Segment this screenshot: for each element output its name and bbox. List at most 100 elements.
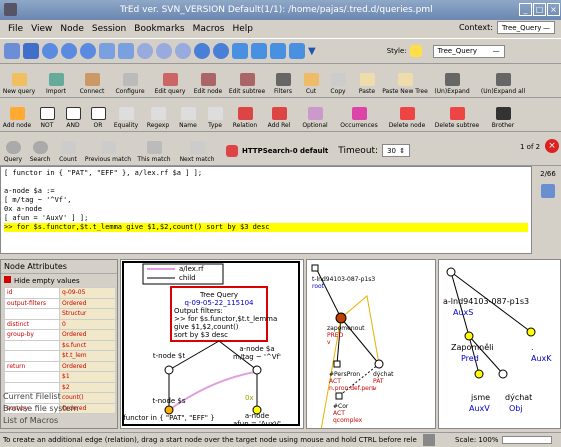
forward-icon[interactable] [213, 43, 229, 59]
filters-button[interactable]: Filters [268, 73, 298, 97]
tectogrammatical-tree-pane[interactable]: t-lnd94103-087-p1s3 root zapomenout PRED… [306, 259, 436, 431]
table-row[interactable]: $1 [4, 371, 116, 383]
list-of-macros-link[interactable]: List of Macros [3, 415, 78, 427]
a-node-afun: AuxK [531, 354, 552, 363]
copy-button[interactable]: Copy [324, 73, 352, 97]
hide-empty-checkbox[interactable] [4, 276, 11, 283]
menu-help[interactable]: Help [233, 24, 254, 34]
menu-file[interactable]: File [8, 24, 23, 34]
type-button[interactable]: Type [202, 107, 228, 131]
analytical-tree-pane[interactable]: a-lnd94103-087-p1s3 AuxS Zapomněli Pred … [438, 259, 561, 429]
table-row[interactable]: output-filters Ordered [4, 297, 116, 309]
timeout-input[interactable]: 30 ⇕ [382, 144, 411, 157]
next-icon[interactable] [80, 43, 96, 59]
filter-line: sort by $3 desc [174, 331, 228, 339]
editor-line: [ functor in { "PAT", "EFF" }, a/lex.rf … [4, 169, 203, 177]
table-row[interactable]: $s.funct [4, 339, 116, 351]
t-node-type: v [373, 385, 377, 392]
connect-button[interactable]: Connect [74, 73, 110, 97]
next-match-button[interactable]: Next match [174, 141, 220, 165]
not-button[interactable]: NOT [34, 107, 60, 131]
table-row[interactable]: return Ordered [4, 360, 116, 372]
minimize-button[interactable]: _ [519, 3, 532, 16]
or-button[interactable]: OR [86, 107, 110, 131]
query-editor[interactable]: [ functor in { "PAT", "EFF" }, a/lex.rf … [0, 166, 532, 254]
cut-button[interactable]: Cut [298, 73, 324, 97]
brother-button[interactable]: Brother [484, 107, 522, 131]
dropdown-icon[interactable]: ▼ [308, 46, 316, 57]
editor-side: 2/66 [535, 166, 561, 254]
add-node-button[interactable]: Add node [0, 107, 34, 131]
table-row[interactable]: Structur [4, 308, 116, 320]
optional-button[interactable]: Optional [296, 107, 334, 131]
close-view-icon[interactable] [270, 43, 286, 59]
relation-button[interactable]: Relation [228, 107, 262, 131]
name-button[interactable]: Name [174, 107, 202, 131]
browse-file-system-link[interactable]: Browse file system [3, 403, 78, 415]
delete-subtree-button[interactable]: Delete subtree [430, 107, 484, 131]
import-button[interactable]: Import [38, 73, 74, 97]
edit-query-button[interactable]: Edit query [150, 73, 190, 97]
close-button[interactable]: × [547, 3, 560, 16]
new-query-button[interactable]: New query [0, 73, 38, 97]
filter-line: >> for $s.functor,$t.t_lemma [174, 315, 277, 323]
edit-node-button[interactable]: Edit node [190, 73, 226, 97]
style-combo[interactable]: Tree_Query — [432, 44, 505, 58]
unexpand-all-button[interactable]: (Un)Expand all [476, 73, 530, 97]
status-bar: To create an additional edge (relation),… [0, 432, 561, 447]
editor-line: [ m/tag ~ '^Vf', [4, 196, 72, 204]
undo-icon[interactable] [99, 43, 115, 59]
edit-subtree-button[interactable]: Edit subtree [226, 73, 268, 97]
table-row[interactable]: id q-09-05 [4, 287, 116, 299]
table-row[interactable]: distinct 0 [4, 318, 116, 330]
configure-button[interactable]: Configure [110, 73, 150, 97]
query-button[interactable]: Query [0, 141, 26, 165]
unexpand-button[interactable]: (Un)Expand [428, 73, 476, 97]
table-row[interactable]: $t.t_lem [4, 350, 116, 362]
reload-icon[interactable] [42, 43, 58, 59]
context-combo[interactable]: Tree_Query — [497, 21, 555, 34]
find-prev-icon[interactable] [175, 43, 191, 59]
regexp-button[interactable]: Regexp [142, 107, 174, 131]
menu-session[interactable]: Session [92, 24, 126, 34]
table-row[interactable]: group-by Ordered [4, 329, 116, 341]
book-icon[interactable] [541, 184, 555, 198]
equality-button[interactable]: Equality [110, 107, 142, 131]
maximize-button[interactable]: □ [533, 3, 546, 16]
prev-icon[interactable] [61, 43, 77, 59]
previous-match-button[interactable]: Previous match [82, 141, 134, 165]
a-root [446, 267, 456, 277]
toolbar-row-4: Query Search Count Previous match This m… [0, 133, 561, 166]
menu-macros[interactable]: Macros [193, 24, 225, 34]
add-rel-button[interactable]: Add Rel [262, 107, 296, 131]
and-button[interactable]: AND [60, 107, 86, 131]
query-tree-pane[interactable]: a/lex.rf child Tree Query q-09-05-22_115… [120, 259, 304, 429]
find-icon[interactable] [137, 43, 153, 59]
this-match-button[interactable]: This match [134, 141, 174, 165]
menu-view[interactable]: View [31, 24, 52, 34]
save-icon[interactable] [23, 43, 39, 59]
search-method: HTTPSearch-0 default [242, 146, 329, 155]
search-button[interactable]: Search [26, 141, 54, 165]
paste-button[interactable]: Paste [352, 73, 382, 97]
split-icon[interactable] [251, 43, 267, 59]
back-icon[interactable] [194, 43, 210, 59]
menu-bookmarks[interactable]: Bookmarks [134, 24, 184, 34]
count-button[interactable]: Count [54, 141, 82, 165]
style-label: Style: [386, 47, 407, 55]
find-next-icon[interactable] [156, 43, 172, 59]
paste-new-tree-button[interactable]: Paste New Tree [382, 73, 428, 97]
match-counter: 2/66 [540, 170, 556, 178]
stop-icon[interactable]: × [545, 139, 559, 153]
node-a [252, 365, 262, 375]
app-icon [4, 3, 17, 16]
scale-slider[interactable] [502, 436, 552, 444]
redo-icon[interactable] [118, 43, 134, 59]
occurrences-button[interactable]: Occurrences [334, 107, 384, 131]
menu-node[interactable]: Node [60, 24, 84, 34]
print-icon[interactable] [289, 43, 305, 59]
delete-node-button[interactable]: Delete node [384, 107, 430, 131]
current-filelist-link[interactable]: Current Filelist [3, 391, 78, 403]
open-icon[interactable] [4, 43, 20, 59]
view-icon[interactable] [232, 43, 248, 59]
